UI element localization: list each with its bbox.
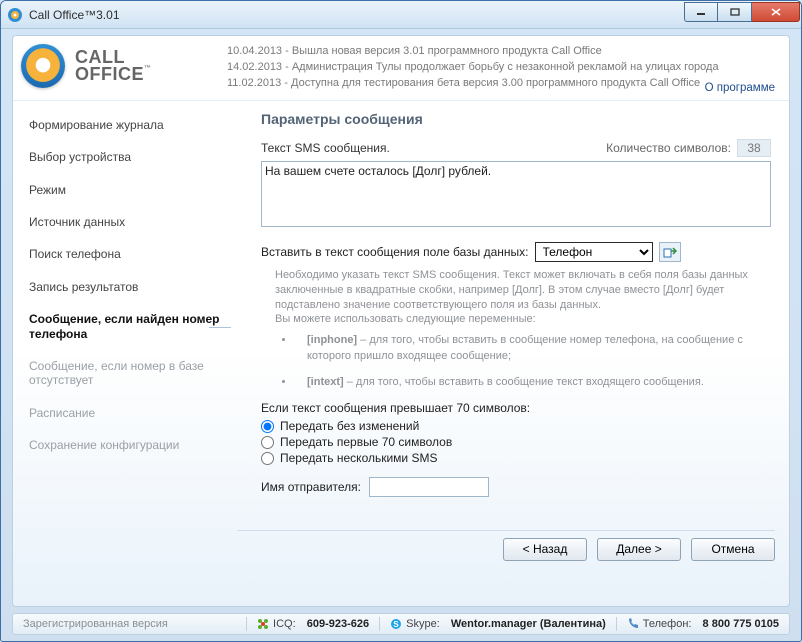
- window-title: Call Office™3.01: [29, 8, 120, 22]
- sidebar-item-1[interactable]: Выбор устройства: [27, 147, 237, 167]
- limit-radio[interactable]: [261, 436, 274, 449]
- sidebar-item-5[interactable]: Запись результатов: [27, 277, 237, 297]
- help-variable: [intext] – для того, чтобы вставить в со…: [295, 375, 771, 391]
- news-line: 10.04.2013 - Вышла новая версия 3.01 про…: [227, 44, 767, 60]
- titlebar: Call Office™3.01: [1, 1, 801, 29]
- sidebar-item-3[interactable]: Источник данных: [27, 212, 237, 232]
- close-button[interactable]: [752, 2, 800, 22]
- sidebar-item-0[interactable]: Формирование журнала: [27, 115, 237, 135]
- sidebar-item-2[interactable]: Режим: [27, 180, 237, 200]
- help-variable: [inphone] – для того, чтобы вставить в с…: [295, 333, 771, 365]
- sidebar-item-7: Сообщение, если номер в базе отсутствует: [27, 356, 237, 391]
- limit-option-0[interactable]: Передать без изменений: [261, 419, 771, 433]
- skype-icon: S: [390, 618, 402, 630]
- section-title: Параметры сообщения: [261, 111, 771, 127]
- app-logo: CALL OFFICE™: [21, 44, 227, 88]
- limit-option-1[interactable]: Передать первые 70 символов: [261, 435, 771, 449]
- news-line: 14.02.2013 - Администрация Тулы продолжа…: [227, 60, 767, 76]
- phone-icon: [627, 618, 639, 630]
- panel-header: CALL OFFICE™ 10.04.2013 - Вышла новая ве…: [13, 36, 789, 101]
- app-window: Call Office™3.01 CALL OFFICE™ 10.04.2013…: [0, 0, 802, 642]
- next-button[interactable]: Далее >: [597, 538, 681, 561]
- maximize-button[interactable]: [718, 2, 752, 22]
- statusbar: Зарегистрированная версия ICQ: 609-923-6…: [12, 613, 790, 635]
- content-area: Параметры сообщения Текст SMS сообщения.…: [237, 101, 789, 567]
- registration-status: Зарегистрированная версия: [13, 618, 178, 630]
- limit-option-label: Передать несколькими SMS: [280, 451, 437, 465]
- limit-radio[interactable]: [261, 452, 274, 465]
- limit-option-label: Передать без изменений: [280, 419, 419, 433]
- insert-field-button[interactable]: [659, 242, 681, 262]
- insert-field-label: Вставить в текст сообщения поле базы дан…: [261, 245, 529, 259]
- sidebar-item-8: Расписание: [27, 403, 237, 423]
- window-controls: [684, 2, 800, 22]
- limit-option-label: Передать первые 70 символов: [280, 435, 452, 449]
- sidebar-item-9: Сохранение конфигурации: [27, 435, 237, 455]
- insert-icon: [663, 246, 677, 258]
- svg-text:S: S: [393, 620, 399, 629]
- status-phone: Телефон: 8 800 775 0105: [617, 618, 789, 630]
- app-icon: [7, 7, 23, 23]
- charcount-label: Количество символов:: [606, 141, 731, 155]
- back-button[interactable]: < Назад: [503, 538, 587, 561]
- panel-body: Формирование журнала Выбор устройства Режи…: [13, 101, 789, 567]
- about-link[interactable]: О программе: [705, 76, 775, 94]
- sidebar: Формирование журнала Выбор устройства Режи…: [13, 101, 237, 567]
- minimize-button[interactable]: [684, 2, 718, 22]
- status-icq: ICQ: 609-923-626: [247, 618, 379, 630]
- limit-radio[interactable]: [261, 420, 274, 433]
- sms-textarea[interactable]: [261, 161, 771, 227]
- wizard-nav: < Назад Далее > Отмена: [503, 538, 775, 561]
- news-ticker: 10.04.2013 - Вышла новая версия 3.01 про…: [227, 44, 773, 92]
- help-variable-list: [inphone] – для того, чтобы вставить в с…: [295, 333, 771, 391]
- sender-input[interactable]: [369, 477, 489, 497]
- cancel-button[interactable]: Отмена: [691, 538, 775, 561]
- db-field-select[interactable]: Телефон: [535, 242, 653, 262]
- news-line: 11.02.2013 - Доступна для тестирования б…: [227, 76, 767, 92]
- sidebar-item-4[interactable]: Поиск телефона: [27, 244, 237, 264]
- sidebar-item-6[interactable]: Сообщение, если найден номер телефона: [27, 309, 237, 344]
- sender-label: Имя отправителя:: [261, 480, 361, 494]
- icq-icon: [257, 618, 269, 630]
- status-skype: S Skype: Wentor.manager (Валентина): [380, 618, 616, 630]
- charcount-value: 38: [737, 139, 771, 157]
- limit-option-2[interactable]: Передать несколькими SMS: [261, 451, 771, 465]
- main-panel: CALL OFFICE™ 10.04.2013 - Вышла новая ве…: [12, 35, 790, 607]
- limit-heading: Если текст сообщения превышает 70 символ…: [261, 401, 771, 415]
- help-paragraph: Необходимо указать текст SMS сообщения. …: [275, 268, 771, 327]
- sms-text-label: Текст SMS сообщения.: [261, 141, 390, 155]
